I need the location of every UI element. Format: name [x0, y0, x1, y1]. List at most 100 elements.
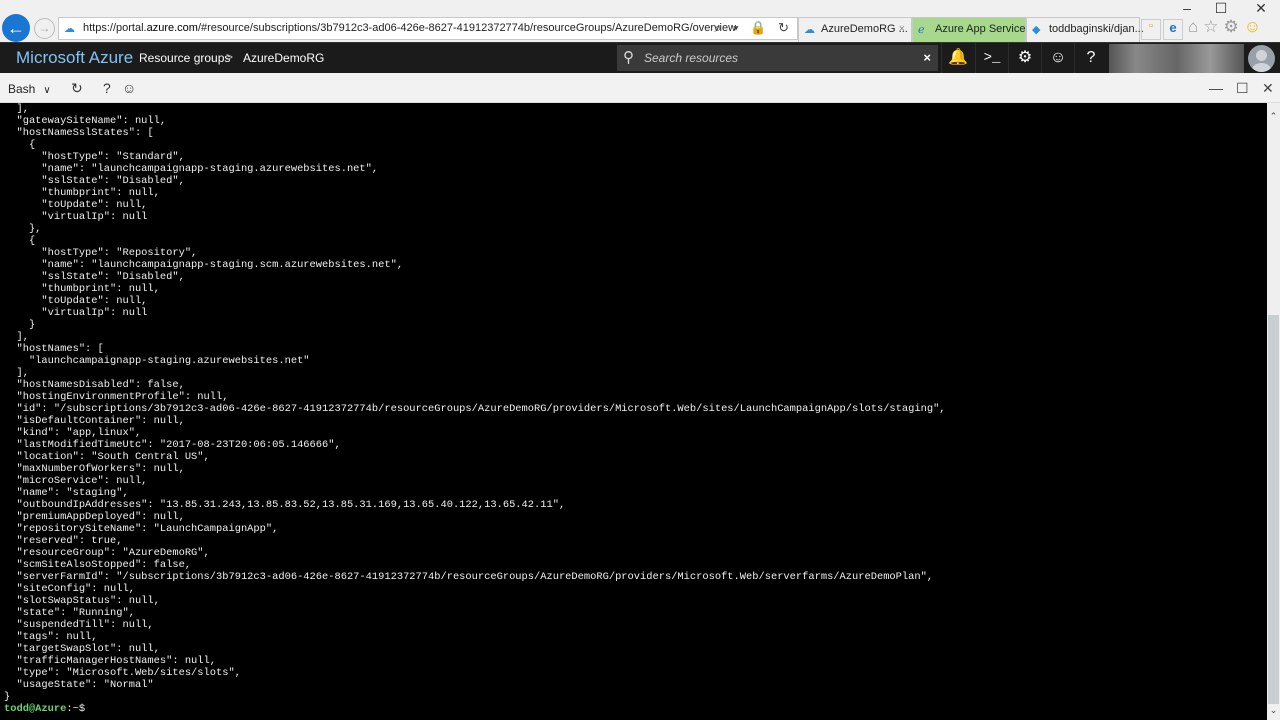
terminal-line: "hostNameSslStates": [: [4, 127, 154, 139]
terminal-line: "state": "Running",: [4, 607, 135, 619]
url-path: /#resource/subscriptions/3b7912c3-ad06-4…: [197, 22, 737, 34]
terminal-line: "trafficManagerHostNames": null,: [4, 655, 217, 667]
breadcrumb-resource-groups[interactable]: Resource groups: [139, 51, 230, 65]
minimize-shell-button[interactable]: —: [1209, 80, 1223, 96]
window-maximize-button[interactable]: ☐: [1206, 0, 1236, 17]
new-tab-icon: ▫: [1149, 20, 1153, 32]
search-placeholder: Search resources: [644, 51, 739, 65]
new-tab-button[interactable]: ▫: [1141, 19, 1161, 40]
terminal-line: "maxNumberOfWorkers": null,: [4, 463, 185, 475]
cloud-shell-button[interactable]: >_: [975, 43, 1008, 73]
feedback-smiley-icon[interactable]: ☺: [1244, 17, 1266, 36]
terminal-line: "targetSwapSlot": null,: [4, 643, 160, 655]
terminal-line: "kind": "app,linux",: [4, 427, 142, 439]
terminal-line: "launchcampaignapp-staging.azurewebsites…: [4, 355, 310, 367]
clear-search-icon[interactable]: ×: [923, 50, 931, 65]
settings-button[interactable]: ⚙: [1008, 43, 1041, 73]
shell-type-label: Bash: [8, 82, 36, 96]
prompt-user-host: todd@Azure: [4, 703, 67, 715]
search-resources-input[interactable]: ⚲ Search resources ×: [617, 45, 938, 71]
terminal-line: "virtualIp": null: [4, 211, 148, 223]
terminal-line: "toUpdate": null,: [4, 199, 148, 211]
terminal-line: {: [4, 235, 36, 247]
azure-cloud-icon: ☁: [804, 24, 815, 36]
terminal-line: "reserved": true,: [4, 535, 123, 547]
address-url[interactable]: https://portal.azure.com/#resource/subsc…: [83, 22, 736, 34]
cloud-shell-toolbar: Bash ∨ ↻ ? ☺ — ☐ ✕: [0, 73, 1280, 103]
terminal-line: "thumbprint": null,: [4, 283, 160, 295]
feedback-button[interactable]: ☺: [1041, 43, 1074, 73]
tools-gear-icon[interactable]: ⚙: [1224, 17, 1244, 36]
help-icon[interactable]: ?: [103, 80, 111, 96]
url-prefix: https://portal.: [83, 22, 147, 34]
address-bar[interactable]: ☁ https://portal.azure.com/#resource/sub…: [58, 17, 798, 40]
terminal-line: "slotSwapStatus": null,: [4, 595, 160, 607]
chevron-down-icon[interactable]: ⌄: [1267, 705, 1280, 716]
terminal-line: ],: [4, 331, 29, 343]
feedback-icon[interactable]: ☺: [122, 80, 136, 96]
terminal-line: "tags": null,: [4, 631, 98, 643]
avatar[interactable]: [1248, 45, 1275, 72]
back-button[interactable]: ←: [2, 14, 30, 42]
favorites-star-icon[interactable]: ☆: [1203, 17, 1223, 36]
maximize-shell-button[interactable]: ☐: [1236, 80, 1249, 97]
window-minimize-button[interactable]: –: [1172, 0, 1202, 16]
browser-tab-azuredemorg[interactable]: ☁ AzureDemoRG ... ×: [798, 17, 912, 42]
terminal-line: "gatewaySiteName": null,: [4, 115, 167, 127]
scrollbar-thumb[interactable]: [1268, 314, 1279, 704]
shell-type-dropdown[interactable]: Bash ∨: [8, 82, 51, 96]
terminal-line: "virtualIp": null: [4, 307, 148, 319]
chevron-up-icon[interactable]: ⌃: [1267, 111, 1280, 122]
terminal-line: "toUpdate": null,: [4, 295, 148, 307]
tab-label: Azure App Service: [935, 23, 1026, 35]
bell-icon: 🔔: [948, 49, 968, 66]
window-close-button[interactable]: ✕: [1246, 0, 1276, 17]
browser-chrome: ← → ☁ https://portal.azure.com/#resource…: [0, 0, 1280, 42]
terminal-line: "name": "launchcampaignapp-staging.azure…: [4, 163, 379, 175]
terminal-line: "lastModifiedTimeUtc": "2017-08-23T20:06…: [4, 439, 341, 451]
terminal-line: ],: [4, 103, 29, 115]
breadcrumb-separator: >: [226, 50, 234, 64]
browser-tab-azure-app-service[interactable]: ℯ Azure App Service: [912, 17, 1026, 42]
terminal-lines: ], "gatewaySiteName": null, "hostNameSsl…: [4, 103, 946, 715]
breadcrumb-azuredemorg[interactable]: AzureDemoRG: [243, 51, 324, 65]
terminal-line: "siteConfig": null,: [4, 583, 135, 595]
terminal-line: ],: [4, 367, 29, 379]
terminal-closing-brace: }: [4, 691, 11, 703]
terminal-line: },: [4, 223, 42, 235]
home-icon[interactable]: ⌂: [1188, 17, 1203, 36]
terminal-line: "suspendedTill": null,: [4, 619, 154, 631]
address-tools[interactable]: ⌕ ▾ 🔒 ↻: [714, 20, 793, 36]
terminal-output[interactable]: ], "gatewaySiteName": null, "hostNameSsl…: [0, 103, 1267, 720]
help-button[interactable]: ?: [1074, 43, 1107, 73]
close-tab-icon[interactable]: ×: [899, 23, 905, 35]
terminal-line: "isDefaultContainer": null,: [4, 415, 185, 427]
vscode-icon: ◆: [1032, 24, 1041, 36]
terminal-line: "microService": null,: [4, 475, 148, 487]
ie-page-icon: ℯ: [918, 24, 925, 36]
notifications-button[interactable]: 🔔: [941, 43, 974, 73]
terminal-scrollbar[interactable]: ⌃ ⌄: [1267, 103, 1280, 720]
search-icon: ⚲: [623, 49, 634, 66]
terminal-line: "scmSiteAlsoStopped": false,: [4, 559, 192, 571]
site-favicon-icon: ☁: [64, 23, 75, 35]
forward-button[interactable]: →: [34, 18, 55, 39]
restart-icon[interactable]: ↻: [71, 80, 83, 97]
azure-brand[interactable]: Microsoft Azure: [16, 48, 133, 68]
terminal-line: "repositorySiteName": "LaunchCampaignApp…: [4, 523, 279, 535]
terminal-line: "usageState": "Normal": [4, 679, 154, 691]
terminal-line: "serverFarmId": "/subscriptions/3b7912c3…: [4, 571, 934, 583]
terminal-line: "sslState": "Disabled",: [4, 175, 185, 187]
terminal-line: "hostNamesDisabled": false,: [4, 379, 185, 391]
terminal-line: "premiumAppDeployed": null,: [4, 511, 185, 523]
gear-icon: ⚙: [1017, 49, 1033, 66]
azure-header: Microsoft Azure Resource groups > AzureD…: [0, 42, 1280, 73]
browser-tab-github[interactable]: ◆ toddbaginski/djan...: [1026, 17, 1144, 42]
arrow-right-icon: →: [38, 21, 51, 35]
account-name-blurred[interactable]: [1109, 44, 1244, 73]
terminal-line: "hostType": "Standard",: [4, 151, 185, 163]
terminal-line: "type": "Microsoft.Web/sites/slots",: [4, 667, 241, 679]
close-shell-button[interactable]: ✕: [1262, 80, 1274, 97]
terminal-line: "hostingEnvironmentProfile": null,: [4, 391, 229, 403]
edge-button[interactable]: e: [1163, 19, 1183, 40]
